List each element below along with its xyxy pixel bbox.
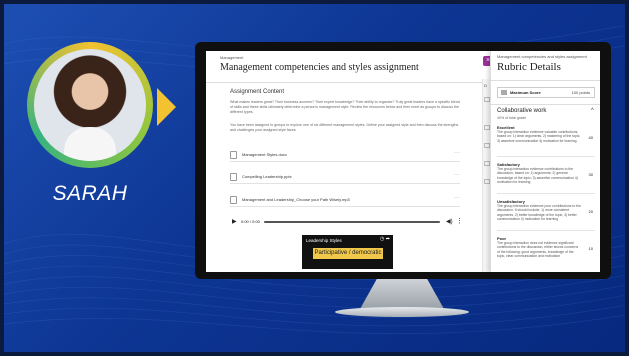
maximum-score-box: Maximum Score 100 points: [497, 87, 595, 98]
level-divider: [497, 193, 595, 194]
file-row-management-styles[interactable]: Management Styles.docx ···: [230, 149, 460, 162]
score-badge-icon: [501, 90, 507, 95]
rubric-breadcrumb: Management competencies and styles assig…: [497, 54, 587, 59]
chevron-up-icon[interactable]: ^: [591, 108, 594, 114]
file-label[interactable]: Compelling Leadership.pptx: [242, 174, 292, 179]
assignment-intro-paragraph: What makes leaders great? Their business…: [230, 100, 460, 114]
rubric-panel: Management competencies and styles assig…: [490, 51, 600, 272]
video-title: Leadership Styles: [306, 238, 342, 243]
criterion-name: Collaborative work: [497, 108, 547, 114]
audio-player: ▶ 0:00 / 0:00 ◀) ⋮: [230, 217, 463, 227]
play-icon[interactable]: ▶: [232, 218, 237, 225]
side-toolbar-label: D: [484, 83, 487, 88]
maximum-score-value: 100 points: [571, 90, 590, 95]
level-divider: [497, 156, 595, 157]
rubric-divider: [491, 104, 600, 105]
audio-time: 0:00 / 0:00: [241, 219, 260, 224]
presenter-photo: [34, 49, 146, 161]
video-banner: Participative / democratic: [313, 248, 383, 259]
file-label[interactable]: Management and Leadership_Choose your Pa…: [242, 197, 350, 202]
level-description: The group interaction evidence valuable …: [497, 130, 581, 143]
assignment-content-heading: Assignment Content: [230, 89, 285, 95]
rubric-header-divider: [491, 80, 600, 81]
assignment-instructions-paragraph: You have been assigned to groups to expl…: [230, 123, 459, 132]
document-icon: [230, 151, 237, 159]
assignment-pane: Management Management competencies and s…: [206, 51, 482, 272]
level-divider: [497, 230, 595, 231]
level-description: The group interaction evidence poor cont…: [497, 204, 581, 221]
presenter-name: SARAH: [52, 182, 128, 205]
level-points: 20: [588, 209, 593, 214]
pointer-arrow-icon: [157, 88, 176, 126]
presentation-icon: [230, 173, 237, 181]
video-share-icon[interactable]: ◷ ➦: [380, 236, 390, 242]
monitor-screen: Management Management competencies and s…: [206, 51, 600, 272]
assignment-breadcrumb[interactable]: Management: [220, 55, 243, 60]
level-points: 30: [588, 172, 593, 177]
file-row-compelling-leadership[interactable]: Compelling Leadership.pptx ···: [230, 171, 460, 184]
level-description: The group interaction evidence contribut…: [497, 167, 578, 184]
level-points: 40: [588, 135, 593, 140]
volume-icon[interactable]: ◀): [446, 218, 453, 225]
presenter-shirt: [64, 127, 116, 161]
more-options-icon[interactable]: ···: [454, 150, 460, 156]
level-description: The group interaction does not evidence …: [497, 241, 579, 258]
presenter-avatar-ring: [27, 42, 153, 168]
monitor: Management Management competencies and s…: [195, 42, 611, 279]
audio-menu-icon[interactable]: ⋮: [456, 217, 463, 225]
monitor-stand-base: [335, 307, 469, 317]
header-divider: [206, 82, 482, 83]
criterion-weight: 40% of total grade: [497, 116, 527, 120]
video-player[interactable]: Leadership Styles ◷ ➦ Participative / de…: [302, 235, 393, 269]
rubric-title: Rubric Details: [497, 61, 561, 73]
audio-progress-track[interactable]: [264, 221, 440, 223]
assignment-title: Management competencies and styles assig…: [220, 62, 419, 73]
file-row-audio[interactable]: Management and Leadership_Choose your Pa…: [230, 194, 460, 207]
audio-file-icon: [230, 196, 237, 204]
more-options-icon[interactable]: ···: [454, 172, 460, 178]
slide-frame: SARAH Management Management competencies…: [0, 0, 629, 356]
more-options-icon[interactable]: ···: [454, 195, 460, 201]
maximum-score-label: Maximum Score: [510, 90, 541, 95]
file-label[interactable]: Management Styles.docx: [242, 152, 287, 157]
level-points: 10: [588, 246, 593, 251]
